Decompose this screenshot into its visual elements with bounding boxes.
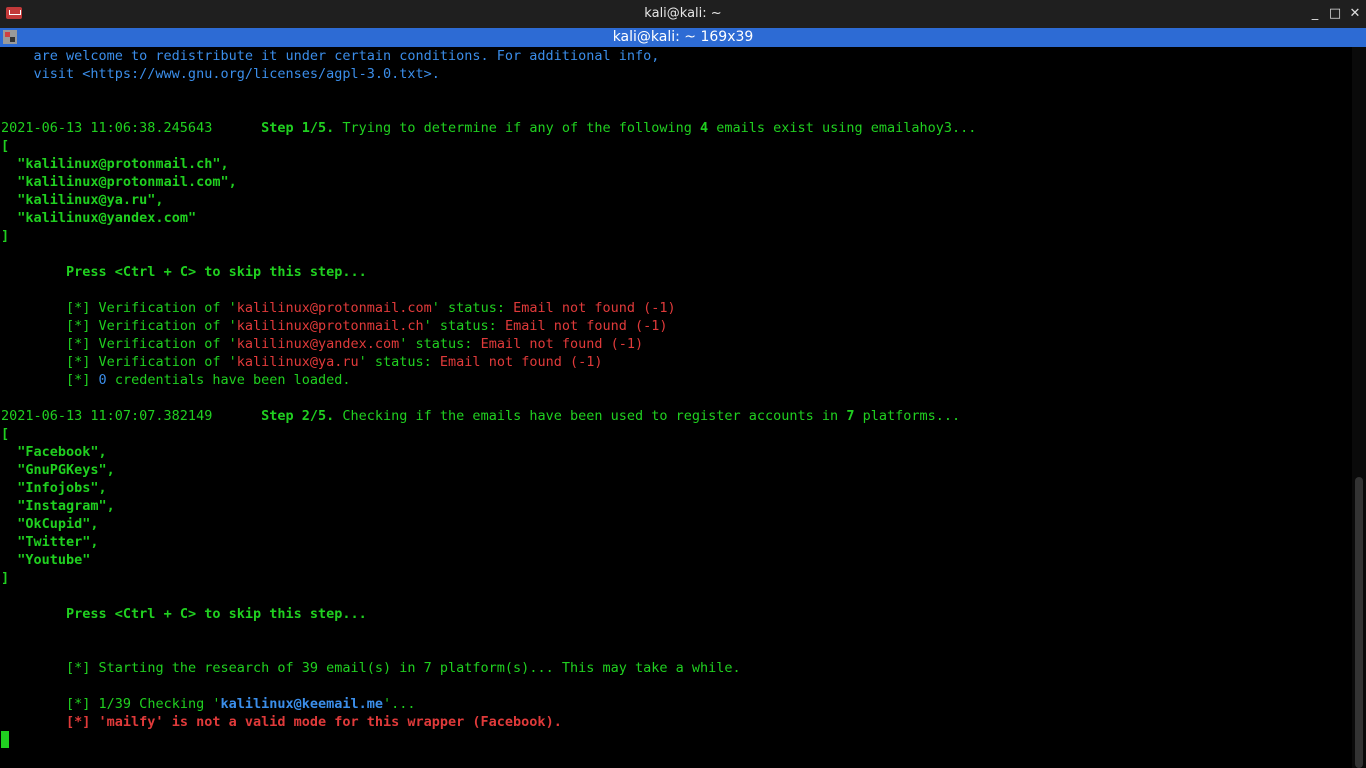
email-list-item: "kalilinux@protonmail.ch", xyxy=(17,156,229,172)
open-bracket: [ xyxy=(1,426,10,442)
close-bracket: ] xyxy=(1,570,10,586)
error-line: [*] 'mailfy' is not a valid mode for thi… xyxy=(66,714,562,730)
research-line: [*] Starting the research of 39 email(s)… xyxy=(1,660,741,676)
license-line: are welcome to redistribute it under cer… xyxy=(1,48,660,64)
platform-list-item: "Facebook", xyxy=(17,444,107,460)
credentials-line: [*] 0 credentials have been loaded. xyxy=(1,372,351,388)
platform-list-item: "Youtube" xyxy=(17,552,91,568)
email-list-item: "kalilinux@protonmail.com", xyxy=(17,174,237,190)
prompt-line[interactable] xyxy=(1,731,1351,749)
minimize-button[interactable]: _ xyxy=(1304,4,1326,24)
verification-line: [*] Verification of 'kalilinux@ya.ru' st… xyxy=(1,354,603,370)
text-cursor xyxy=(1,731,9,748)
close-bracket: ] xyxy=(1,228,10,244)
checking-line: [*] 1/39 Checking 'kalilinux@keemail.me'… xyxy=(1,696,416,712)
email-list-item: "kalilinux@ya.ru", xyxy=(17,192,164,208)
license-line: visit <https://www.gnu.org/licenses/agpl… xyxy=(1,66,440,82)
tab-title: kali@kali: ~ 169x39 xyxy=(612,29,754,45)
step2-header: 2021-06-13 11:07:07.382149 Step 2/5. Che… xyxy=(1,408,961,424)
window-titlebar: kali@kali: ~ _ □ ✕ xyxy=(0,0,1366,28)
window-title: kali@kali: ~ xyxy=(644,6,722,21)
verification-line: [*] Verification of 'kalilinux@protonmai… xyxy=(1,300,676,316)
platform-list-item: "Infojobs", xyxy=(17,480,107,496)
terminal-scrollbar[interactable] xyxy=(1352,47,1366,768)
email-list-item: "kalilinux@yandex.com" xyxy=(17,210,197,226)
platform-list-item: "GnuPGKeys", xyxy=(17,462,115,478)
step1-header: 2021-06-13 11:06:38.245643 Step 1/5. Try… xyxy=(1,120,977,136)
close-button[interactable]: ✕ xyxy=(1344,4,1366,24)
scrollbar-thumb[interactable] xyxy=(1355,477,1363,768)
verification-line: [*] Verification of 'kalilinux@yandex.co… xyxy=(1,336,644,352)
platform-list-item: "OkCupid", xyxy=(17,516,99,532)
terminal-tab[interactable]: kali@kali: ~ 169x39 xyxy=(0,28,1366,47)
press-skip-line: Press <Ctrl + C> to skip this step... xyxy=(66,606,367,622)
press-skip-line: Press <Ctrl + C> to skip this step... xyxy=(66,264,367,280)
platform-list-item: "Twitter", xyxy=(17,534,99,550)
open-bracket: [ xyxy=(1,138,10,154)
platform-list-item: "Instagram", xyxy=(17,498,115,514)
verification-line: [*] Verification of 'kalilinux@protonmai… xyxy=(1,318,668,334)
maximize-button[interactable]: □ xyxy=(1324,4,1346,24)
terminal-output[interactable]: are welcome to redistribute it under cer… xyxy=(1,47,1351,768)
